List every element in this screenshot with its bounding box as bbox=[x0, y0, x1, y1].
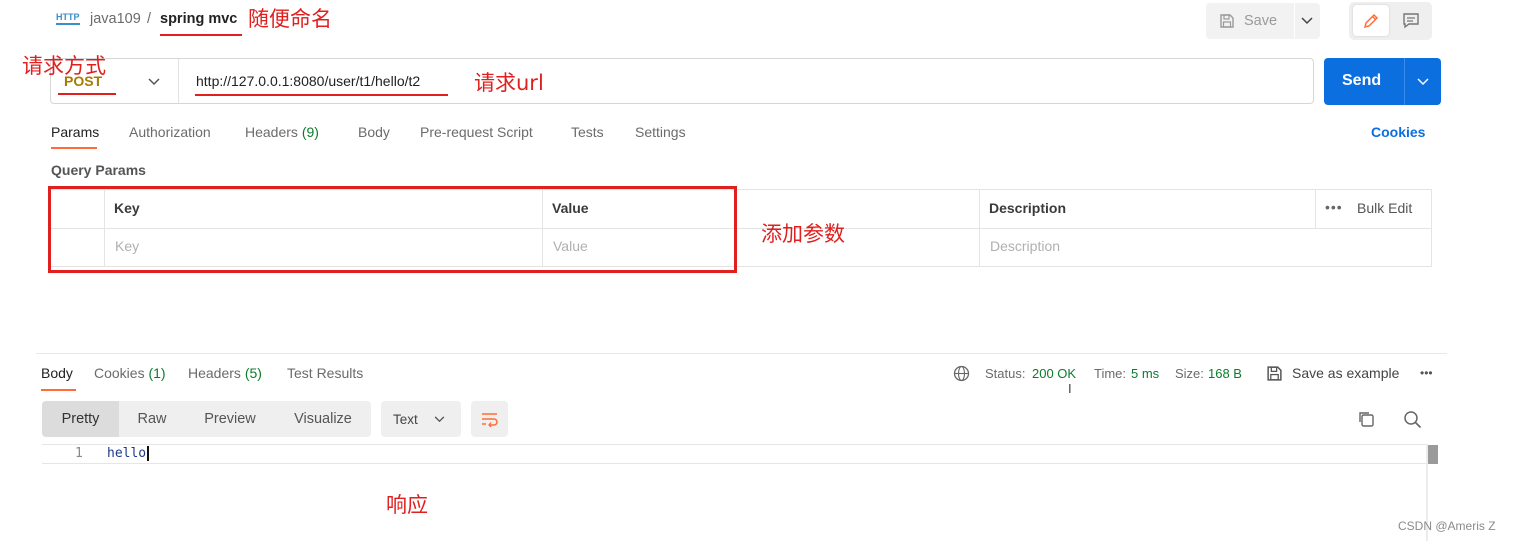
line-number: 1 bbox=[75, 446, 83, 461]
param-description-input[interactable]: Description bbox=[990, 238, 1060, 254]
http-method-icon: HTTP bbox=[56, 12, 80, 25]
pencil-icon bbox=[1363, 13, 1379, 29]
annotation-naming: 随便命名 bbox=[248, 7, 332, 31]
save-icon bbox=[1220, 14, 1234, 28]
chevron-down-icon bbox=[434, 416, 445, 423]
response-tab-headers-count: (5) bbox=[244, 365, 262, 381]
scrollbar-thumb[interactable] bbox=[1428, 445, 1438, 464]
response-tab-headers[interactable]: Headers (5) bbox=[188, 365, 262, 381]
size-label: Size: bbox=[1175, 366, 1204, 381]
cookies-link[interactable]: Cookies bbox=[1371, 124, 1425, 140]
annotation-url: 请求url bbox=[474, 71, 544, 95]
tab-authorization[interactable]: Authorization bbox=[129, 124, 211, 140]
save-icon bbox=[1267, 366, 1282, 381]
tab-headers-count: (9) bbox=[301, 124, 319, 140]
annotation-method: 请求方式 bbox=[22, 54, 106, 78]
response-tab-cookies-count: (1) bbox=[148, 365, 166, 381]
format-selector[interactable]: Text bbox=[381, 401, 461, 437]
annotation-underline-naming bbox=[160, 34, 242, 36]
save-as-example-label: Save as example bbox=[1292, 365, 1400, 381]
annotation-underline-url bbox=[195, 94, 448, 96]
time-value: 5 ms bbox=[1131, 366, 1160, 381]
time-label: Time: bbox=[1094, 366, 1127, 381]
annotation-params: 添加参数 bbox=[761, 222, 845, 246]
response-divider bbox=[36, 353, 1447, 354]
view-preview-button[interactable]: Preview bbox=[192, 401, 268, 437]
chevron-down-icon bbox=[1417, 78, 1429, 86]
wrap-lines-button[interactable] bbox=[471, 401, 508, 437]
view-raw-button[interactable]: Raw bbox=[122, 401, 182, 437]
response-tab-cookies[interactable]: Cookies (1) bbox=[94, 365, 166, 381]
bulk-edit-button[interactable]: Bulk Edit bbox=[1357, 200, 1412, 216]
send-button[interactable]: Send bbox=[1324, 58, 1404, 105]
text-cursor-icon: I bbox=[1068, 381, 1072, 396]
response-tab-body[interactable]: Body bbox=[41, 365, 73, 381]
code-line-highlight bbox=[42, 444, 1427, 464]
comments-button[interactable] bbox=[1394, 5, 1428, 36]
tab-headers[interactable]: Headers (9) bbox=[245, 124, 319, 140]
search-icon[interactable] bbox=[1403, 410, 1422, 429]
tab-tests[interactable]: Tests bbox=[571, 124, 604, 140]
save-label: Save bbox=[1244, 13, 1278, 29]
response-body-text[interactable]: hello bbox=[107, 446, 150, 461]
globe-icon[interactable] bbox=[953, 365, 970, 382]
view-pretty-button[interactable]: Pretty bbox=[42, 401, 119, 437]
comment-icon bbox=[1403, 13, 1419, 29]
chevron-down-icon bbox=[1301, 17, 1313, 25]
view-visualize-button[interactable]: Visualize bbox=[282, 401, 364, 437]
annotation-underline-method bbox=[58, 93, 116, 95]
tab-params[interactable]: Params bbox=[51, 124, 99, 140]
save-dropdown-button[interactable] bbox=[1295, 3, 1320, 39]
annotation-response: 响应 bbox=[386, 493, 428, 517]
status-value: 200 OK bbox=[1032, 366, 1077, 381]
column-header-description: Description bbox=[989, 200, 1067, 216]
save-as-example-button[interactable]: Save as example bbox=[1266, 363, 1406, 385]
annotation-box-params bbox=[48, 186, 737, 273]
copy-icon[interactable] bbox=[1357, 410, 1375, 428]
response-tab-test-results[interactable]: Test Results bbox=[287, 365, 363, 381]
response-more-icon[interactable]: ••• bbox=[1420, 366, 1433, 380]
save-button[interactable]: Save bbox=[1206, 3, 1294, 39]
chevron-down-icon bbox=[148, 78, 160, 86]
status-label: Status: bbox=[985, 366, 1026, 381]
watermark: CSDN @Ameris Z bbox=[1398, 519, 1496, 533]
more-options-icon[interactable]: ••• bbox=[1325, 199, 1343, 215]
send-dropdown-button[interactable] bbox=[1404, 58, 1441, 105]
tab-headers-label: Headers bbox=[245, 124, 298, 140]
query-params-title: Query Params bbox=[51, 162, 146, 178]
send-label: Send bbox=[1342, 72, 1382, 89]
tab-params-underline bbox=[51, 147, 97, 149]
request-name[interactable]: spring mvc bbox=[160, 11, 237, 27]
edit-button[interactable] bbox=[1353, 5, 1389, 36]
tab-body[interactable]: Body bbox=[358, 124, 390, 140]
response-tab-headers-label: Headers bbox=[188, 365, 241, 381]
url-input[interactable]: http://127.0.0.1:8080/user/t1/hello/t2 bbox=[196, 73, 420, 89]
breadcrumb-collection[interactable]: java109 bbox=[90, 11, 141, 27]
tab-settings[interactable]: Settings bbox=[635, 124, 686, 140]
response-tab-body-underline bbox=[41, 389, 76, 391]
breadcrumb-separator: / bbox=[147, 11, 152, 27]
response-tab-cookies-label: Cookies bbox=[94, 365, 145, 381]
size-value: 168 B bbox=[1208, 366, 1242, 381]
tab-pre-request-script[interactable]: Pre-request Script bbox=[420, 124, 533, 140]
format-label: Text bbox=[393, 412, 418, 427]
wrap-lines-icon bbox=[482, 413, 498, 427]
